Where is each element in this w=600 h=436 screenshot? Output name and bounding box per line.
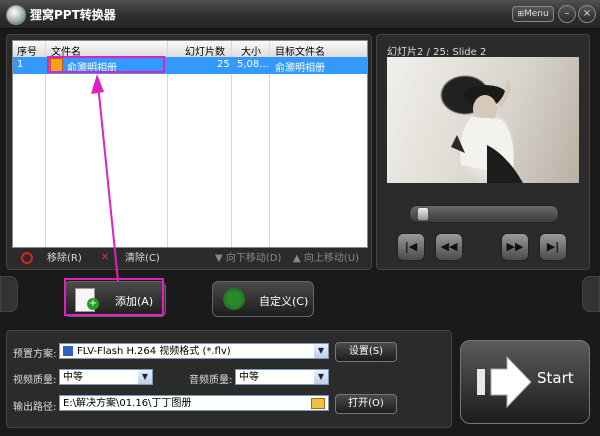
video-quality-select[interactable]: 中等 ▼ <box>59 369 153 385</box>
flv-format-icon <box>63 346 73 356</box>
output-path-label: 输出路径: <box>13 402 57 413</box>
column-header-target[interactable]: 目标文件名 <box>275 43 325 58</box>
play-arrow-icon <box>477 355 532 409</box>
arrow-down-icon: ▼ <box>215 253 226 264</box>
row-index: 1 <box>17 59 24 70</box>
skip-forward-icon: ▶| <box>546 240 560 253</box>
row-slides: 25 <box>217 59 230 70</box>
last-slide-button[interactable]: ▶| <box>539 233 567 261</box>
column-header-size[interactable]: 大小 <box>241 43 261 58</box>
audio-quality-select[interactable]: 中等 ▼ <box>235 369 329 385</box>
row-target: 俞灏明相册 <box>275 63 325 74</box>
skip-back-icon: |◀ <box>404 240 418 253</box>
remove-button[interactable]: 移除(R) <box>21 249 82 264</box>
move-up-button[interactable]: ▲ 向上移动(U) <box>293 249 359 264</box>
settings-button[interactable]: 设置(S) <box>335 342 397 362</box>
custom-button[interactable]: 自定义(C) <box>212 281 314 317</box>
preset-label: 预置方案: <box>13 349 57 360</box>
fast-forward-icon: ▶▶ <box>506 240 524 253</box>
no-entry-icon <box>21 252 33 264</box>
menu-icon: ⊞ <box>517 9 524 18</box>
menu-label: Menu <box>523 9 549 19</box>
move-down-label: 向下移动(D) <box>225 253 282 264</box>
start-label: Start <box>537 369 574 387</box>
seek-bar[interactable] <box>409 205 559 223</box>
chevron-down-icon: ▼ <box>314 370 328 384</box>
settings-panel: 预置方案: FLV-Flash H.264 视频格式 (*.flv) ▼ 设置(… <box>6 330 452 428</box>
move-down-button[interactable]: ▼ 向下移动(D) <box>215 249 281 264</box>
audio-quality-value: 中等 <box>239 372 259 383</box>
gear-icon <box>223 288 245 310</box>
minimize-button[interactable]: – <box>558 5 576 23</box>
clear-label: 清除(C) <box>125 253 160 264</box>
seek-handle[interactable] <box>417 207 429 221</box>
chevron-down-icon: ▼ <box>138 370 152 384</box>
video-quality-label: 视频质量: <box>13 375 57 386</box>
preset-value: FLV-Flash H.264 视频格式 (*.flv) <box>77 346 231 357</box>
slide-indicator: 幻灯片2 / 25: Slide 2 <box>387 47 487 58</box>
slide-preview-image <box>387 57 579 183</box>
video-quality-value: 中等 <box>63 372 83 383</box>
custom-label: 自定义(C) <box>259 295 309 308</box>
title-bar: 狸窝PPT转换器 ⊞Menu – × <box>0 0 600 29</box>
remove-label: 移除(R) <box>47 253 82 264</box>
next-slide-button[interactable]: ▶▶ <box>501 233 529 261</box>
column-header-index[interactable]: 序号 <box>17 43 37 58</box>
close-button[interactable]: × <box>578 5 596 23</box>
chevron-down-icon: ▼ <box>314 344 328 358</box>
left-side-tab <box>0 276 18 312</box>
app-logo-icon <box>6 5 26 25</box>
annotation-highlight-box <box>47 56 165 73</box>
file-list[interactable]: 序号 文件名 幻灯片数 大小 目标文件名 1 俞灏明相册 25 5,08... … <box>12 40 368 248</box>
open-folder-button[interactable]: 打开(O) <box>335 394 397 414</box>
output-path-value: E:\解决方案\01.16\丁丁图册 <box>63 398 192 409</box>
column-header-slides[interactable]: 幻灯片数 <box>185 43 225 58</box>
person-photo <box>451 80 523 183</box>
rewind-icon: ◀◀ <box>440 240 458 253</box>
clear-button[interactable]: ✕ 清除(C) <box>99 249 160 264</box>
move-up-label: 向上移动(U) <box>303 253 359 264</box>
annotation-highlight-box <box>64 278 164 316</box>
file-list-panel: 序号 文件名 幻灯片数 大小 目标文件名 1 俞灏明相册 25 5,08... … <box>6 34 372 270</box>
app-title: 狸窝PPT转换器 <box>30 8 116 22</box>
preview-panel: 幻灯片2 / 25: Slide 2 |◀ ◀◀ ▶▶ ▶| <box>376 34 590 270</box>
start-button[interactable]: Start <box>460 340 590 424</box>
arrow-up-icon: ▲ <box>293 253 304 264</box>
previous-slide-button[interactable]: ◀◀ <box>435 233 463 261</box>
output-path-input[interactable]: E:\解决方案\01.16\丁丁图册 <box>59 395 329 411</box>
menu-button[interactable]: ⊞Menu <box>512 6 554 22</box>
right-side-tab <box>582 276 600 312</box>
folder-icon[interactable] <box>311 398 325 409</box>
audio-quality-label: 音频质量: <box>189 375 233 386</box>
row-size: 5,08... <box>237 59 269 70</box>
clear-icon: ✕ <box>100 252 110 263</box>
preset-select[interactable]: FLV-Flash H.264 视频格式 (*.flv) ▼ <box>59 343 329 359</box>
first-slide-button[interactable]: |◀ <box>397 233 425 261</box>
